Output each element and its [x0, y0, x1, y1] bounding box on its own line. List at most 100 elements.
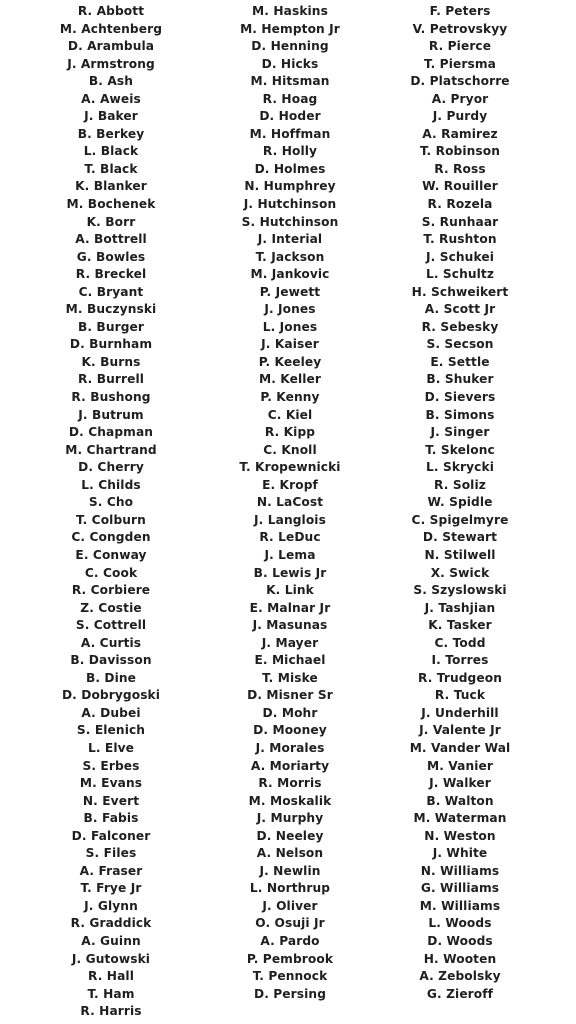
- name-list-item: B. Davisson: [70, 653, 152, 668]
- name-list-item: R. Hall: [88, 969, 134, 984]
- name-list-item: S. Elenich: [76, 723, 146, 738]
- name-list-item: B. Walton: [426, 793, 494, 808]
- name-list-item: S. Szyslowski: [413, 583, 507, 598]
- name-list-item: T. Piersma: [424, 56, 496, 71]
- name-list-item: A. Aweis: [81, 91, 141, 106]
- name-list-item: I. Torres: [431, 653, 489, 668]
- name-list-item: C. Congden: [71, 530, 151, 545]
- name-list-item: J. Butrum: [78, 407, 144, 422]
- name-list-item: L. Skrycki: [426, 460, 494, 475]
- name-list-item: R. Tuck: [434, 688, 486, 703]
- name-column-1: R. Abbott M. Achtenberg D. Arambula J. Arms…: [11, 3, 211, 1021]
- name-list-item: T. Ham: [87, 986, 135, 1001]
- name-list-item: C. Spigelmyre: [411, 512, 509, 527]
- name-list-item: D. Chapman: [68, 425, 154, 440]
- name-list-item: J. Singer: [430, 425, 490, 440]
- name-list-item: D. Platschorre: [410, 74, 510, 89]
- name-list-item: T. Frye Jr: [80, 881, 142, 896]
- name-list-item: J. Armstrong: [67, 56, 155, 71]
- name-list-item: R. Ross: [434, 161, 486, 176]
- name-list-item: R. Pierce: [428, 39, 492, 54]
- name-list-item: B. Fabis: [83, 811, 139, 826]
- name-list-item: R. Harris: [80, 1004, 142, 1019]
- name-list-item: W. Spidle: [427, 495, 493, 510]
- name-list-item: M. Williams: [419, 898, 501, 913]
- name-list-item: C. Todd: [434, 635, 486, 650]
- name-list-item: L. Elve: [87, 740, 135, 755]
- name-list-item: B. Dine: [85, 670, 137, 685]
- name-list-item: D. Dobrygoski: [61, 688, 161, 703]
- name-list-item: C. Bryant: [78, 284, 144, 299]
- name-list-item: N. Evert: [82, 793, 140, 808]
- name-list-item: B. Simons: [425, 407, 495, 422]
- name-list-item: J. Valente Jr: [419, 723, 501, 738]
- name-list-item: D. Stewart: [422, 530, 498, 545]
- name-list-item: R. Breckel: [75, 267, 147, 282]
- name-list-item: S. Erbes: [82, 758, 140, 773]
- name-list-item: G. Zieroff: [426, 986, 494, 1001]
- name-list-item: M. Waterman: [413, 811, 507, 826]
- name-list-item: E. Conway: [75, 547, 147, 562]
- name-list-item: M. Achtenberg: [59, 21, 163, 36]
- name-list-item: J. Tashjian: [424, 600, 496, 615]
- name-list-item: V. Petrovskyy: [412, 21, 508, 36]
- name-list-item: M. Chartrand: [65, 442, 157, 457]
- name-list-item: R. Bushong: [71, 390, 151, 405]
- name-list-item: K. Borr: [86, 214, 136, 229]
- name-list-item: K. Burns: [81, 354, 141, 369]
- name-list-item: Z. Costie: [80, 600, 142, 615]
- name-list-item: J. Gutowski: [71, 951, 151, 966]
- name-list-item: J. Purdy: [432, 109, 488, 124]
- name-list-item: B. Berkey: [77, 126, 145, 141]
- name-list-item: R. Rozela: [427, 197, 493, 212]
- name-list-item: L. Woods: [428, 916, 492, 931]
- name-list-item: A. Ramirez: [422, 126, 498, 141]
- name-list-item: R. Burrell: [77, 372, 145, 387]
- name-list-item: N. Weston: [424, 828, 496, 843]
- name-list-item: T. Rushton: [423, 232, 497, 247]
- name-list-item: M. Buczynski: [65, 302, 157, 317]
- name-list-item: X. Swick: [430, 565, 490, 580]
- name-list-item: G. Williams: [420, 881, 500, 896]
- name-list-item: K. Tasker: [428, 618, 492, 633]
- name-list-item: L. Schultz: [425, 267, 495, 282]
- name-list-item: A. Dubei: [81, 705, 141, 720]
- name-list-item: L. Childs: [81, 477, 141, 492]
- name-list-item: H. Schweikert: [411, 284, 509, 299]
- name-list-item: A. Bottrell: [75, 232, 147, 247]
- name-list-item: C. Cook: [84, 565, 138, 580]
- name-list-item: A. Zebolsky: [419, 969, 501, 984]
- name-list-item: A. Guinn: [81, 933, 141, 948]
- name-list-item: R. Sebesky: [421, 319, 499, 334]
- name-list-item: M. Vander Wal: [409, 740, 511, 755]
- name-list-item: D. Woods: [427, 933, 493, 948]
- name-list-item: B. Shuker: [426, 372, 494, 387]
- name-list-item: K. Blanker: [75, 179, 147, 194]
- name-list-item: A. Pryor: [431, 91, 489, 106]
- name-list-item: D. Sievers: [424, 390, 496, 405]
- name-list-item: S. Cho: [88, 495, 134, 510]
- name-list-item: S. Files: [85, 846, 137, 861]
- name-list-item: H. Wooten: [423, 951, 497, 966]
- name-list-item: T. Colburn: [76, 512, 146, 527]
- name-list-item: E. Settle: [430, 354, 490, 369]
- name-list-item: J. White: [432, 846, 488, 861]
- name-list-item: W. Rouiller: [422, 179, 498, 194]
- name-list-item: F. Peters: [429, 4, 491, 18]
- name-list-item: M. Evans: [79, 776, 143, 791]
- name-list-item: J. Glynn: [84, 898, 138, 913]
- name-list-item: D. Cherry: [78, 460, 144, 475]
- name-list-item: S. Secson: [426, 337, 494, 352]
- name-list-item: T. Skelonc: [425, 442, 495, 457]
- name-list-item: N. Stilwell: [424, 547, 496, 562]
- name-list-item: G. Bowles: [76, 249, 146, 264]
- name-list-item: D. Falconer: [71, 828, 151, 843]
- name-list-item: J. Walker: [429, 776, 491, 791]
- name-list-item: N. Williams: [420, 863, 500, 878]
- name-list-item: R. Abbott: [77, 4, 145, 18]
- name-list-item: M. Vanier: [426, 758, 494, 773]
- name-list-item: R. Corbiere: [71, 583, 151, 598]
- name-list-item: A. Curtis: [80, 635, 142, 650]
- name-list-item: R. Soliz: [434, 477, 486, 492]
- name-list-item: A. Scott Jr: [424, 302, 496, 317]
